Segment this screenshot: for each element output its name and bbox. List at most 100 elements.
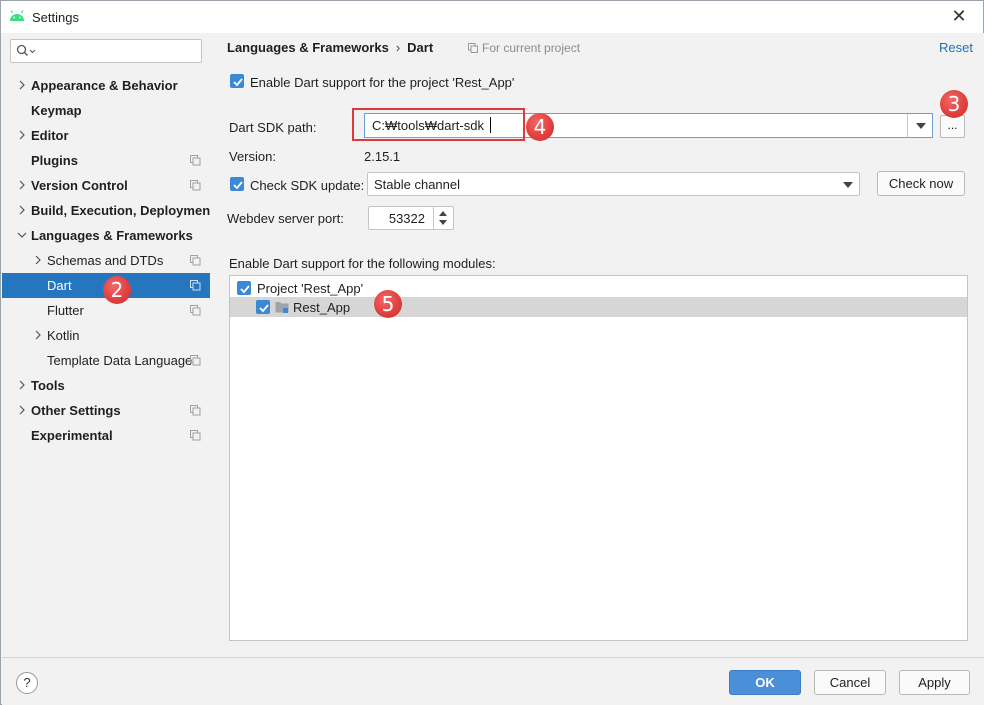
webdev-port-value[interactable]: 53322 xyxy=(389,211,425,226)
sidebar-item-version-control[interactable]: Version Control xyxy=(2,173,210,198)
close-icon[interactable]: ✕ xyxy=(949,6,969,26)
project-scope-icon xyxy=(190,155,201,166)
checkmark-icon xyxy=(259,304,269,313)
enable-dart-checkbox[interactable] xyxy=(230,74,244,88)
sidebar-item-label: Languages & Frameworks xyxy=(31,228,193,243)
sidebar-item-appearance-behavior[interactable]: Appearance & Behavior xyxy=(2,73,210,98)
reset-link[interactable]: Reset xyxy=(939,40,973,55)
check-sdk-update-checkbox[interactable] xyxy=(230,177,244,191)
sidebar-item-template-data-languages[interactable]: Template Data Languages xyxy=(2,348,210,373)
module-tree-row-rest-app[interactable]: Rest_App xyxy=(230,297,967,317)
rest-app-module-label: Rest_App xyxy=(293,300,351,315)
browse-sdk-button[interactable]: ... xyxy=(940,115,965,138)
sidebar-item-label: Appearance & Behavior xyxy=(31,78,178,93)
chevron-right-icon[interactable] xyxy=(17,404,27,416)
sidebar-item-label: Keymap xyxy=(31,103,82,118)
sidebar-item-label: Build, Execution, Deployment xyxy=(31,203,215,218)
chevron-right-icon[interactable] xyxy=(33,254,43,266)
version-label: Version: xyxy=(229,149,276,164)
project-scope-icon xyxy=(190,430,201,441)
sidebar-item-flutter[interactable]: Flutter xyxy=(2,298,210,323)
annotation-badge-5: 5 xyxy=(374,290,402,318)
project-scope-icon xyxy=(190,255,201,266)
checkmark-icon xyxy=(240,285,250,294)
chevron-right-icon[interactable] xyxy=(17,79,27,91)
sidebar-item-build-execution-deployment[interactable]: Build, Execution, Deployment xyxy=(2,198,214,223)
dart-settings-panel: Languages & Frameworks › Dart For current … xyxy=(210,33,984,657)
project-scope-icon xyxy=(190,180,201,191)
annotation-badge-2: 2 xyxy=(103,276,131,304)
version-value: 2.15.1 xyxy=(364,149,401,164)
settings-search-box[interactable] xyxy=(10,39,202,63)
settings-search-input[interactable] xyxy=(37,42,197,60)
increment-arrow-icon[interactable] xyxy=(439,211,447,216)
sidebar-item-tools[interactable]: Tools xyxy=(2,373,210,398)
for-current-project-note: For current project xyxy=(468,41,580,55)
sidebar-item-plugins[interactable]: Plugins xyxy=(2,148,210,173)
sdk-path-highlight-box xyxy=(352,108,525,141)
checkmark-icon xyxy=(233,78,243,87)
sidebar-item-keymap[interactable]: Keymap xyxy=(2,98,210,123)
sidebar-item-label: Flutter xyxy=(47,303,84,318)
project-module-checkbox[interactable] xyxy=(237,281,251,295)
decrement-arrow-icon[interactable] xyxy=(439,220,447,225)
rest-app-module-checkbox[interactable] xyxy=(256,300,270,314)
check-sdk-update-label: Check SDK update: xyxy=(250,178,365,193)
sidebar-item-languages-frameworks[interactable]: Languages & Frameworks xyxy=(2,223,210,248)
chevron-down-icon[interactable] xyxy=(17,229,27,241)
enable-dart-label: Enable Dart support for the project 'Res… xyxy=(250,75,515,90)
dialog-footer: ? OK Cancel Apply xyxy=(2,657,984,705)
check-now-button[interactable]: Check now xyxy=(877,171,965,196)
chevron-right-icon[interactable] xyxy=(33,329,43,341)
modules-label: Enable Dart support for the following mo… xyxy=(229,256,496,271)
sidebar-item-label: Tools xyxy=(31,378,65,393)
checkmark-icon xyxy=(233,181,243,190)
chevron-right-icon[interactable] xyxy=(17,204,27,216)
settings-window: Settings ✕ Appearance & Behavior Keymap Ed… xyxy=(0,0,984,705)
chevron-down-icon xyxy=(843,182,853,188)
folder-module-icon xyxy=(275,302,289,313)
apply-button[interactable]: Apply xyxy=(899,670,970,695)
help-icon[interactable]: ? xyxy=(16,672,38,694)
annotation-badge-3: 3 xyxy=(940,90,968,118)
chevron-right-icon[interactable] xyxy=(17,379,27,391)
spinner-arrows[interactable] xyxy=(433,207,453,229)
chevron-right-icon[interactable] xyxy=(17,179,27,191)
webdev-port-spinner[interactable]: 53322 xyxy=(368,206,454,230)
breadcrumb-current: Dart xyxy=(407,40,434,55)
annotation-badge-4: 4 xyxy=(526,113,554,141)
sidebar-item-label: Experimental xyxy=(31,428,113,443)
settings-sidebar: Appearance & Behavior Keymap Editor Plugins… xyxy=(2,33,214,657)
sidebar-item-label: Dart xyxy=(47,278,72,293)
cancel-button[interactable]: Cancel xyxy=(814,670,886,695)
for-current-project-label: For current project xyxy=(482,41,581,55)
sidebar-item-label: Version Control xyxy=(31,178,128,193)
search-icon xyxy=(16,44,36,56)
sidebar-item-experimental[interactable]: Experimental xyxy=(2,423,210,448)
sidebar-item-editor[interactable]: Editor xyxy=(2,123,210,148)
sidebar-item-label: Editor xyxy=(31,128,69,143)
chevron-right-icon[interactable] xyxy=(17,129,27,141)
sidebar-item-label: Template Data Languages xyxy=(47,353,199,368)
sidebar-item-kotlin[interactable]: Kotlin xyxy=(2,323,210,348)
project-scope-icon xyxy=(190,355,201,366)
modules-tree: Project 'Rest_App' Rest_App xyxy=(229,275,968,641)
project-scope-icon xyxy=(190,405,201,416)
breadcrumb: Languages & Frameworks › Dart xyxy=(227,40,433,55)
webdev-port-label: Webdev server port: xyxy=(227,211,344,226)
sdk-path-label: Dart SDK path: xyxy=(229,120,317,135)
update-channel-select[interactable]: Stable channel xyxy=(367,172,860,196)
title-bar: Settings ✕ xyxy=(1,1,983,33)
project-scope-icon xyxy=(468,43,478,53)
ok-button[interactable]: OK xyxy=(729,670,801,695)
sidebar-item-label: Schemas and DTDs xyxy=(47,253,164,268)
combo-divider xyxy=(907,114,908,137)
breadcrumb-parent[interactable]: Languages & Frameworks xyxy=(227,40,389,55)
sidebar-item-other-settings[interactable]: Other Settings xyxy=(2,398,210,423)
module-tree-row-project[interactable]: Project 'Rest_App' xyxy=(230,278,967,298)
sidebar-item-label: Plugins xyxy=(31,153,78,168)
project-scope-icon xyxy=(190,280,201,291)
window-title: Settings xyxy=(32,10,79,25)
chevron-down-icon[interactable] xyxy=(916,123,926,129)
sidebar-item-schemas-and-dtds[interactable]: Schemas and DTDs xyxy=(2,248,210,273)
